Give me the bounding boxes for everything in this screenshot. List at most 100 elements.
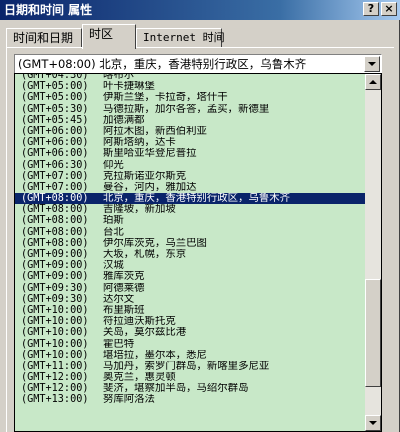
timezone-option[interactable]: (GMT+06:30) 仰光	[15, 160, 366, 171]
timezone-name: 达尔文	[103, 293, 135, 305]
timezone-option[interactable]: (GMT+06:00) 阿拉木图，新西伯利亚	[15, 126, 366, 137]
timezone-name: 汉城	[103, 260, 124, 272]
timezone-option[interactable]: (GMT+09:30) 达尔文	[15, 294, 366, 305]
timezone-offset: (GMT+11:00)	[21, 360, 89, 372]
timezone-option[interactable]: (GMT+08:00) 伊尔库茨克，乌兰巴图	[15, 238, 366, 249]
timezone-option[interactable]: (GMT+10:00) 堪培拉，墨尔本，悉尼	[15, 350, 366, 361]
window-title: 日期和时间 属性	[4, 3, 93, 17]
scroll-thumb[interactable]	[365, 279, 381, 387]
timezone-name: 斯里哈亚华登尼普拉	[103, 148, 197, 160]
timezone-dropdown-list: (GMT+04:30) 喀布尔 (GMT+05:00) 叶卡捷琳堡 (GMT+05:00…	[14, 73, 382, 432]
timezone-dropdown-button[interactable]	[364, 56, 380, 72]
timezone-options: (GMT+04:30) 喀布尔 (GMT+05:00) 叶卡捷琳堡 (GMT+05:00…	[15, 73, 366, 406]
timezone-offset: (GMT+09:30)	[21, 293, 89, 305]
timezone-option[interactable]: (GMT+07:00) 曼谷，河内，雅加达	[15, 182, 366, 193]
timezone-offset: (GMT+05:00)	[21, 81, 89, 93]
title-bar[interactable]: 日期和时间 属性 ? ×	[0, 0, 400, 20]
timezone-option[interactable]: (GMT+12:00) 奥克兰，惠灵顿	[15, 372, 366, 383]
timezone-name: 珀斯	[103, 215, 124, 227]
timezone-offset: (GMT+05:30)	[21, 103, 89, 115]
timezone-option[interactable]: (GMT+10:00) 布里斯班	[15, 305, 366, 316]
timezone-name: 加德满都	[103, 114, 145, 126]
timezone-name: 马德拉斯，加尔各答，孟买，新德里	[103, 103, 270, 115]
timezone-option[interactable]: (GMT+05:00) 叶卡捷琳堡	[15, 81, 366, 92]
timezone-offset: (GMT+08:00)	[21, 237, 89, 249]
timezone-option[interactable]: (GMT+08:00) 吉隆坡，新加坡	[15, 204, 366, 215]
timezone-name: 仰光	[103, 159, 124, 171]
tab-date-time[interactable]: 时间和日期	[6, 28, 82, 48]
timezone-offset: (GMT+12:00)	[21, 372, 89, 384]
vertical-scrollbar[interactable]	[365, 74, 381, 431]
timezone-name: 阿斯塔纳，达卡	[103, 137, 176, 149]
timezone-option[interactable]: (GMT+09:30) 阿德莱德	[15, 283, 366, 294]
timezone-offset: (GMT+08:00)	[21, 204, 89, 216]
timezone-option[interactable]: (GMT+04:30) 喀布尔	[15, 73, 366, 81]
timezone-option[interactable]: (GMT+05:45) 加德满都	[15, 115, 366, 126]
timezone-offset: (GMT+04:30)	[21, 73, 89, 81]
tab-strip: 时间和日期 时区 Internet 时间	[6, 24, 394, 49]
timezone-offset: (GMT+08:00)	[21, 226, 89, 238]
timezone-option[interactable]: (GMT+06:00) 斯里哈亚华登尼普拉	[15, 148, 366, 159]
timezone-offset: (GMT+10:00)	[21, 327, 89, 339]
timezone-offset: (GMT+10:00)	[21, 338, 89, 350]
timezone-option[interactable]: (GMT+11:00) 马加丹，索罗门群岛，新喀里多尼亚	[15, 361, 366, 372]
timezone-name: 阿德莱德	[103, 282, 145, 294]
timezone-offset: (GMT+06:00)	[21, 137, 89, 149]
help-button[interactable]: ?	[363, 2, 379, 16]
timezone-name: 符拉迪沃斯托克	[103, 316, 176, 328]
tab-time-zone[interactable]: 时区	[82, 24, 136, 49]
timezone-name: 大坂，札幌，东京	[103, 249, 187, 260]
timezone-offset: (GMT+12:00)	[21, 383, 89, 395]
timezone-option[interactable]: (GMT+13:00) 努库阿洛法	[15, 394, 366, 405]
timezone-offset: (GMT+13:00)	[21, 394, 89, 406]
timezone-offset: (GMT+10:00)	[21, 304, 89, 316]
timezone-name: 克拉斯诺亚尔斯克	[103, 170, 187, 182]
timezone-option[interactable]: (GMT+05:00) 伊斯兰堡，卡拉奇，塔什干	[15, 92, 366, 103]
timezone-select-value: (GMT+08:00) 北京，重庆，香港特别行政区，乌鲁木齐	[18, 57, 307, 71]
timezone-name: 北京，重庆，香港特别行政区，乌鲁木齐	[103, 193, 291, 205]
timezone-name: 关岛，莫尔兹比港	[103, 327, 187, 339]
timezone-name: 布里斯班	[103, 304, 145, 316]
timezone-option[interactable]: (GMT+08:00) 珀斯	[15, 215, 366, 226]
timezone-option[interactable]: (GMT+06:00) 阿斯塔纳，达卡	[15, 137, 366, 148]
timezone-offset: (GMT+10:00)	[21, 349, 89, 361]
timezone-offset: (GMT+09:00)	[21, 249, 89, 260]
timezone-name: 吉隆坡，新加坡	[103, 204, 176, 216]
timezone-offset: (GMT+07:00)	[21, 181, 89, 193]
timezone-name: 伊尔库茨克，乌兰巴图	[103, 237, 207, 249]
timezone-option[interactable]: (GMT+08:00) 台北	[15, 227, 366, 238]
timezone-offset: (GMT+09:30)	[21, 282, 89, 294]
timezone-option[interactable]: (GMT+05:30) 马德拉斯，加尔各答，孟买，新德里	[15, 104, 366, 115]
timezone-name: 雅库茨克	[103, 271, 145, 283]
timezone-offset: (GMT+08:00)	[21, 215, 89, 227]
timezone-name: 努库阿洛法	[103, 394, 155, 406]
timezone-offset: (GMT+05:00)	[21, 92, 89, 104]
timezone-option[interactable]: (GMT+10:00) 关岛，莫尔兹比港	[15, 327, 366, 338]
timezone-option[interactable]: (GMT+09:00) 雅库茨克	[15, 271, 366, 282]
scroll-up-button[interactable]	[365, 74, 381, 90]
timezone-option[interactable]: (GMT+12:00) 斐济，堪察加半岛，马绍尔群岛	[15, 383, 366, 394]
chevron-down-icon	[368, 62, 376, 66]
timezone-offset: (GMT+06:00)	[21, 148, 89, 160]
scroll-down-button[interactable]	[365, 415, 381, 431]
arrow-up-icon	[369, 80, 377, 84]
timezone-option[interactable]: (GMT+08:00) 北京，重庆，香港特别行政区，乌鲁木齐	[15, 193, 366, 205]
timezone-name: 堪培拉，墨尔本，悉尼	[103, 349, 207, 361]
timezone-option[interactable]: (GMT+09:00) 汉城	[15, 260, 366, 271]
timezone-name: 伊斯兰堡，卡拉奇，塔什干	[103, 92, 228, 104]
tab-internet-time[interactable]: Internet 时间	[136, 28, 225, 48]
close-button[interactable]: ×	[381, 2, 397, 16]
timezone-offset: (GMT+06:00)	[21, 125, 89, 137]
timezone-select[interactable]: (GMT+08:00) 北京，重庆，香港特别行政区，乌鲁木齐	[14, 54, 382, 74]
timezone-option[interactable]: (GMT+10:00) 符拉迪沃斯托克	[15, 316, 366, 327]
date-time-properties-dialog: 日期和时间 属性 ? × 时间和日期 时区 Internet 时间 (GMT+0…	[0, 0, 400, 432]
timezone-option[interactable]: (GMT+07:00) 克拉斯诺亚尔斯克	[15, 171, 366, 182]
timezone-offset: (GMT+05:45)	[21, 114, 89, 126]
timezone-name: 喀布尔	[103, 73, 135, 81]
timezone-offset: (GMT+09:00)	[21, 260, 89, 272]
timezone-option[interactable]: (GMT+10:00) 霍巴特	[15, 339, 366, 350]
timezone-offset: (GMT+10:00)	[21, 316, 89, 328]
timezone-offset: (GMT+09:00)	[21, 271, 89, 283]
timezone-name: 斐济，堪察加半岛，马绍尔群岛	[103, 383, 249, 395]
timezone-option[interactable]: (GMT+09:00) 大坂，札幌，东京	[15, 249, 366, 260]
